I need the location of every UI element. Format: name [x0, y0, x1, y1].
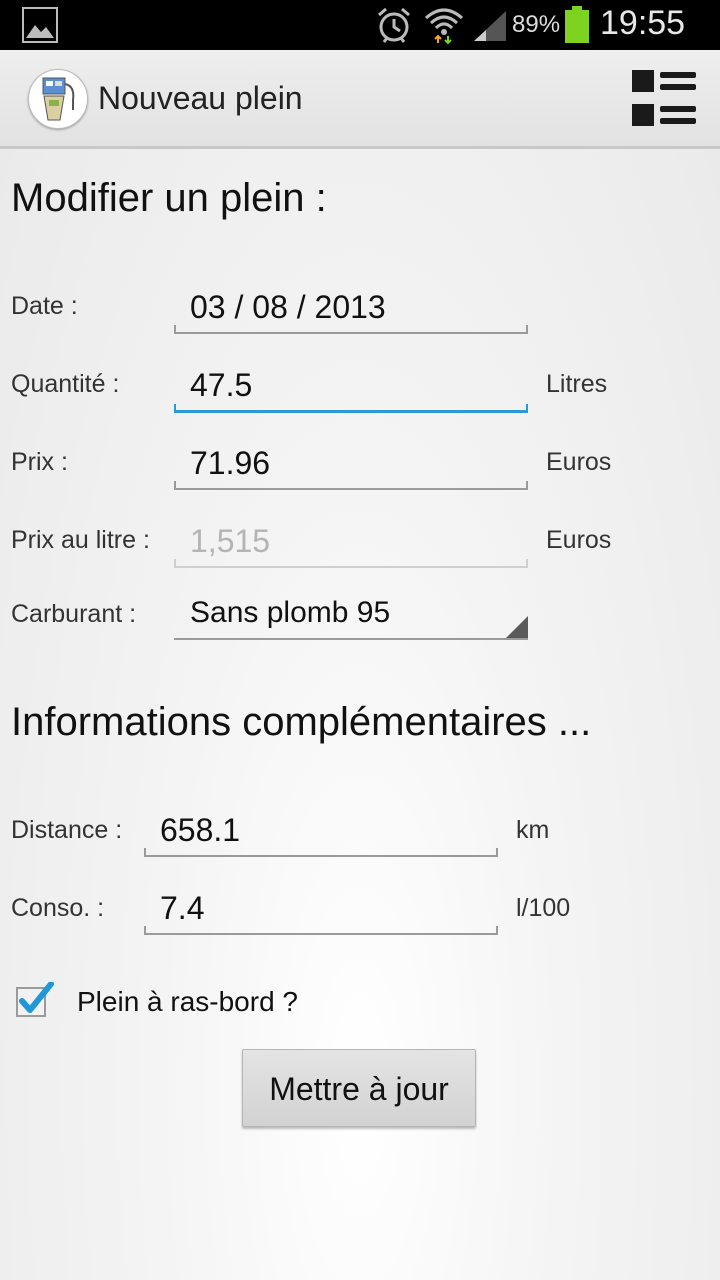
gallery-icon: [22, 7, 58, 43]
app-icon[interactable]: [28, 69, 88, 129]
wifi-icon: [425, 8, 463, 44]
price-unit: Euros: [546, 448, 612, 476]
dropdown-arrow-icon: [506, 616, 528, 638]
date-value: 03 / 08 / 2013: [190, 289, 386, 325]
distance-value: 658.1: [160, 812, 241, 848]
fuel-value: Sans plomb 95: [190, 596, 391, 629]
consumption-value: 7.4: [160, 890, 205, 926]
update-button[interactable]: Mettre à jour: [242, 1049, 476, 1127]
app-title: Nouveau plein: [98, 80, 303, 116]
consumption-label: Conso. :: [11, 894, 105, 922]
unit-price-value: 1,515: [190, 523, 271, 559]
unit-price-label: Prix au litre :: [11, 526, 150, 554]
distance-field[interactable]: 658.1: [144, 812, 498, 857]
price-value: 71.96: [190, 445, 271, 481]
price-label: Prix :: [11, 448, 68, 476]
form-heading: Modifier un plein :: [11, 176, 327, 220]
extra-heading: Informations complémentaires ...: [11, 700, 592, 744]
price-field[interactable]: 71.96: [174, 445, 528, 490]
consumption-unit: l/100: [516, 894, 571, 922]
signal-icon: [474, 11, 506, 41]
status-bar: 89% 19:55: [0, 0, 720, 50]
list-menu-icon[interactable]: [630, 68, 698, 130]
full-tank-label[interactable]: Plein à ras-bord ?: [77, 986, 298, 1018]
distance-label: Distance :: [11, 816, 123, 844]
status-clock: 19:55: [600, 4, 686, 42]
quantity-unit: Litres: [546, 370, 608, 398]
quantity-label: Quantité :: [11, 370, 120, 398]
unit-price-unit: Euros: [546, 526, 612, 554]
battery-percent: 89%: [512, 11, 561, 38]
distance-unit: km: [516, 816, 550, 844]
full-tank-checkbox[interactable]: [14, 982, 54, 1020]
fuel-spinner[interactable]: Sans plomb 95: [174, 594, 528, 640]
quantity-field[interactable]: 47.5: [174, 367, 528, 413]
date-label: Date :: [11, 292, 78, 320]
quantity-value: 47.5: [190, 367, 253, 403]
unit-price-field: 1,515: [174, 523, 528, 568]
fuel-pump-icon: [42, 77, 75, 121]
battery-icon: [565, 6, 589, 43]
alarm-icon: [378, 7, 410, 43]
date-field[interactable]: 03 / 08 / 2013: [174, 289, 528, 334]
fuel-label: Carburant :: [11, 600, 137, 628]
consumption-field[interactable]: 7.4: [144, 890, 498, 935]
